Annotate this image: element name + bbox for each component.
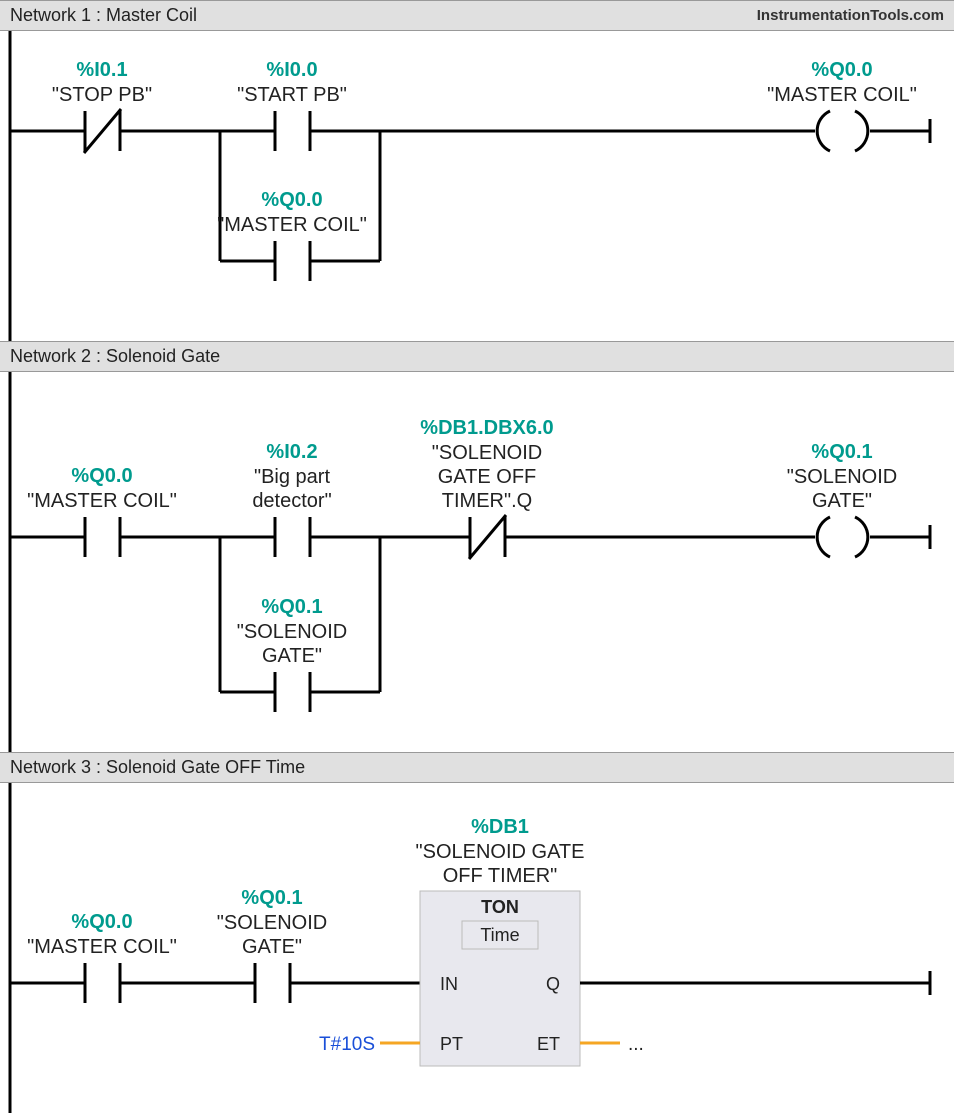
n3-c2-addr: %Q0.1 — [241, 887, 302, 909]
n2-c4-l1: "SOLENOID — [237, 621, 347, 643]
network-3-title: Network 3 : Solenoid Gate OFF Time — [10, 757, 305, 778]
n2-c3-addr: %DB1.DBX6.0 — [420, 417, 553, 439]
network-3-body: %Q0.0 "MASTER COIL" %Q0.1 "SOLENOID GATE… — [0, 783, 954, 1113]
n3-fb-pt: PT — [440, 1034, 463, 1054]
n3-et-value: ... — [628, 1034, 644, 1055]
network-1-ladder: %I0.1 "STOP PB" %I0.0 "START PB" %Q0.0 "… — [0, 31, 954, 341]
n3-fb-in: IN — [440, 974, 458, 994]
n2-c2-l2: detector" — [252, 490, 331, 512]
network-3-ladder: %Q0.0 "MASTER COIL" %Q0.1 "SOLENOID GATE… — [0, 783, 954, 1113]
timer-block-ton[interactable]: %DB1 "SOLENOID GATE OFF TIMER" TON Time … — [416, 816, 585, 1066]
watermark: InstrumentationTools.com — [757, 7, 944, 24]
n3-fb-l2: OFF TIMER" — [443, 865, 558, 887]
contact-stop-pb[interactable]: %I0.1 "STOP PB" — [52, 59, 152, 153]
contact-big-part-detector[interactable]: %I0.2 "Big part detector" — [252, 441, 331, 557]
n2-coil-l1: "SOLENOID — [787, 466, 897, 488]
master-coil-addr: %Q0.0 — [811, 59, 872, 81]
n3-c2-l1: "SOLENOID — [217, 912, 327, 934]
network-3-header: Network 3 : Solenoid Gate OFF Time — [0, 752, 954, 783]
n3-fb-l1: "SOLENOID GATE — [416, 841, 585, 863]
master-coil-label: "MASTER COIL" — [767, 84, 917, 106]
network-1-body: %I0.1 "STOP PB" %I0.0 "START PB" %Q0.0 "… — [0, 31, 954, 341]
seal-label: "MASTER COIL" — [217, 214, 367, 236]
n2-c3-l1: "SOLENOID — [432, 442, 542, 464]
contact-solenoid-gate-seal[interactable]: %Q0.1 "SOLENOID GATE" — [237, 596, 347, 712]
n3-c1-addr: %Q0.0 — [71, 911, 132, 933]
contact-solenoid-gate-n3[interactable]: %Q0.1 "SOLENOID GATE" — [217, 887, 327, 1003]
contact-master-coil-n3[interactable]: %Q0.0 "MASTER COIL" — [27, 911, 177, 1003]
n3-fb-q: Q — [546, 974, 560, 994]
n2-c4-l2: GATE" — [262, 645, 322, 667]
n3-fb-et: ET — [537, 1034, 560, 1054]
n2-coil-l2: GATE" — [812, 490, 872, 512]
n3-c1-label: "MASTER COIL" — [27, 936, 177, 958]
start-pb-label: "START PB" — [237, 84, 347, 106]
n2-c2-l1: "Big part — [254, 466, 330, 488]
contact-start-pb[interactable]: %I0.0 "START PB" — [237, 59, 347, 151]
n2-c2-addr: %I0.2 — [266, 441, 317, 463]
contact-master-coil-seal[interactable]: %Q0.0 "MASTER COIL" — [217, 189, 367, 281]
network-2-ladder: %Q0.0 "MASTER COIL" %I0.2 "Big part dete… — [0, 372, 954, 752]
stop-pb-addr: %I0.1 — [76, 59, 127, 81]
n2-c1-label: "MASTER COIL" — [27, 490, 177, 512]
network-2-title: Network 2 : Solenoid Gate — [10, 346, 220, 367]
network-1-title: Network 1 : Master Coil — [10, 5, 197, 26]
start-pb-addr: %I0.0 — [266, 59, 317, 81]
n2-c4-addr: %Q0.1 — [261, 596, 322, 618]
n2-c3-l3: TIMER".Q — [442, 490, 532, 512]
n3-fb-addr: %DB1 — [471, 816, 529, 838]
network-2-header: Network 2 : Solenoid Gate — [0, 341, 954, 372]
coil-solenoid-gate[interactable]: %Q0.1 "SOLENOID GATE" — [787, 441, 897, 557]
n2-c3-l2: GATE OFF — [438, 466, 537, 488]
contact-master-coil-n2[interactable]: %Q0.0 "MASTER COIL" — [27, 465, 177, 557]
n3-c2-l2: GATE" — [242, 936, 302, 958]
n3-fb-sub: Time — [480, 925, 519, 945]
n2-c1-addr: %Q0.0 — [71, 465, 132, 487]
network-1-header: Network 1 : Master Coil InstrumentationT… — [0, 0, 954, 31]
n2-coil-addr: %Q0.1 — [811, 441, 872, 463]
stop-pb-label: "STOP PB" — [52, 84, 152, 106]
seal-addr: %Q0.0 — [261, 189, 322, 211]
n3-pt-value: T#10S — [319, 1034, 375, 1055]
n3-fb-type: TON — [481, 897, 519, 917]
network-2-body: %Q0.0 "MASTER COIL" %I0.2 "Big part dete… — [0, 372, 954, 752]
coil-master-coil[interactable]: %Q0.0 "MASTER COIL" — [767, 59, 917, 151]
